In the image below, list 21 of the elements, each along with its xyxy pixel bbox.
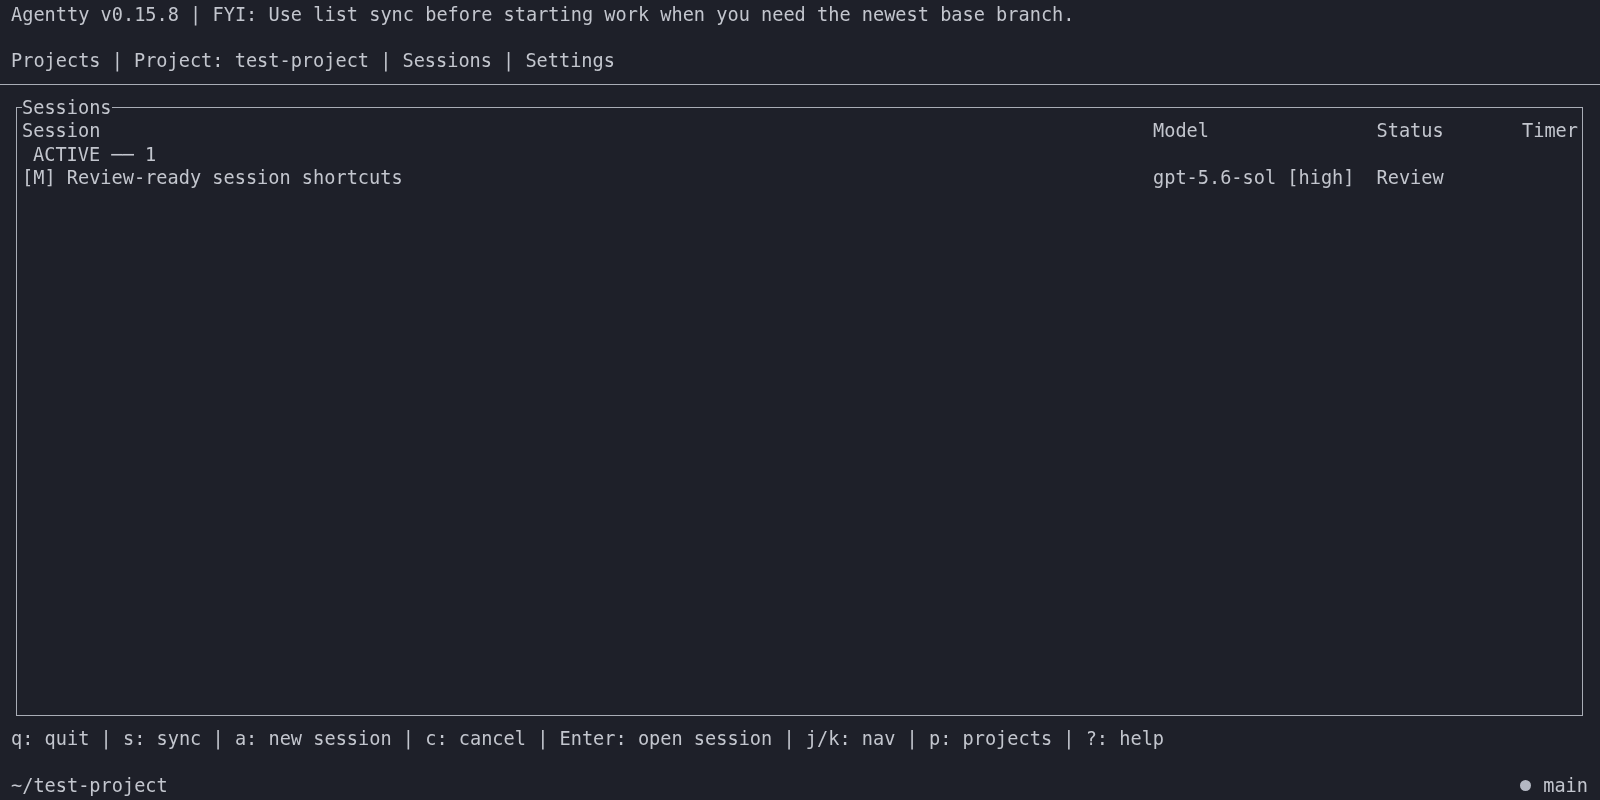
header-message: Agentty v0.15.8 | FYI: Use list sync before starting work when you need the newest base branch. [11,3,1075,25]
nav-tab[interactable]: Settings [525,49,615,73]
nav-tab[interactable]: Projects [11,49,101,73]
nav-separator: | [503,49,515,73]
shortcut-hints: q: quit | s: sync | a: new session | c: cancel | Enter: open session | j/k: nav | p: projects | ?: help [11,728,1165,750]
column-header: Timer [1522,120,1578,142]
column-header: Status [1376,120,1444,142]
model-name: gpt-5.6-sol [high] [1153,167,1355,189]
nav-separator: | [111,49,123,73]
nav-tab[interactable]: Sessions [402,49,492,73]
nav-separator: | [380,49,392,73]
status-text: Review [1376,167,1444,189]
status-dot-icon [1520,780,1532,792]
session-row[interactable]: [M] Review-ready session shortcuts gpt-5.6-sol [high] Review [22,166,1578,190]
branch-name: main [1543,774,1588,798]
column-header: Session [22,120,101,142]
column-header: Model [1153,120,1209,142]
project-path: ~/test-project [11,774,168,798]
group-header: ACTIVE ── 1 [32,143,157,165]
nav-tab[interactable]: Project: test-project [133,49,370,73]
session-title: [M] Review-ready session shortcuts [22,167,403,189]
